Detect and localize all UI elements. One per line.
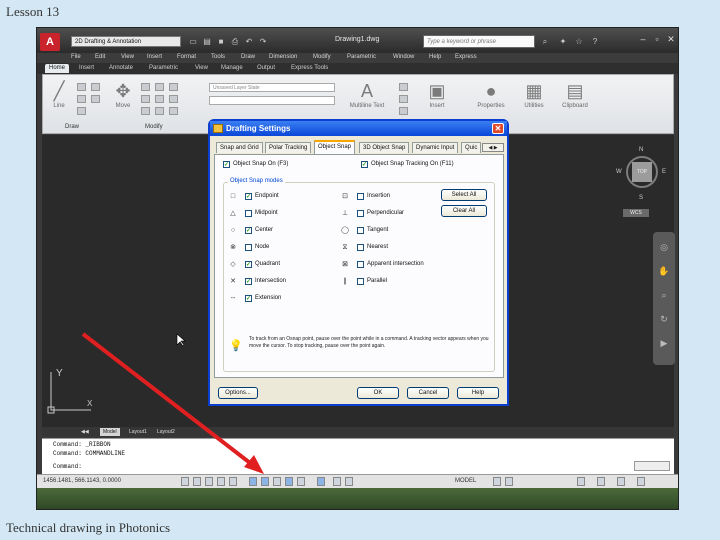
slide-footer: Technical drawing in Photonics [6, 520, 171, 535]
annotation-arrow-head-icon [244, 455, 264, 474]
annotation-arrow-line [81, 332, 256, 468]
annotation-arrow [81, 332, 264, 474]
